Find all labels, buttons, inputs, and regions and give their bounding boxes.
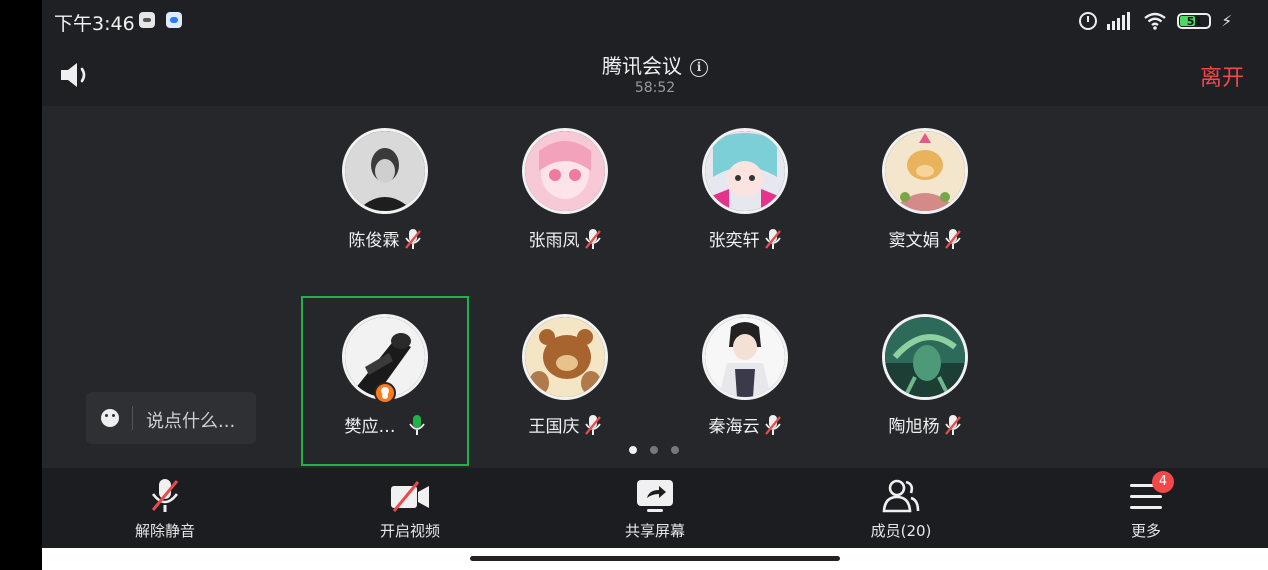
- meeting-duration: 58:52: [634, 80, 676, 96]
- video-button[interactable]: 开启视频: [350, 478, 470, 544]
- chat-placeholder: 说点什么...: [146, 411, 236, 432]
- participant-name: 王国庆: [528, 417, 580, 437]
- more-button[interactable]: 4 更多: [1086, 471, 1206, 544]
- participant-tile[interactable]: 陶旭杨: [841, 294, 1009, 464]
- unmute-label: 解除静音: [134, 522, 195, 540]
- participant-name-row: 秦海云: [661, 412, 829, 437]
- leave-button[interactable]: 离开: [1200, 60, 1244, 92]
- participant-name: 陈俊霖: [348, 231, 400, 251]
- participant-name-row: 王国庆: [481, 412, 649, 437]
- alarm-icon: [1079, 12, 1098, 30]
- mic-muted-icon: [764, 228, 781, 249]
- status-bar: 下午3:46 51 ⚡: [42, 0, 1268, 42]
- info-icon[interactable]: i: [690, 59, 708, 77]
- mic-muted-icon: [404, 228, 421, 249]
- members-button[interactable]: 成员(20): [841, 478, 961, 544]
- participant-name-row: 陶旭杨: [841, 412, 1009, 437]
- participant-tile[interactable]: 王国庆: [481, 294, 649, 464]
- participant-name-row: 张奕轩: [661, 226, 829, 251]
- participant-avatar: [882, 128, 968, 214]
- meeting-toolbar: 解除静音 开启视频 共享屏幕 成员(20) 4 更多: [42, 468, 1268, 548]
- participant-name: 张雨凤: [528, 231, 580, 251]
- participant-name: 陶旭杨: [888, 417, 940, 437]
- emoji-icon[interactable]: [101, 409, 119, 427]
- share-screen-icon: [637, 480, 673, 512]
- share-screen-label: 共享屏幕: [624, 522, 685, 540]
- mic-live-icon: [408, 414, 425, 435]
- members-label: 成员(20): [870, 522, 932, 540]
- participant-name: 窦文娟: [888, 231, 940, 251]
- charging-icon: ⚡: [1221, 12, 1232, 30]
- mic-muted-icon: [944, 414, 961, 435]
- chat-input[interactable]: 说点什么...: [86, 392, 256, 444]
- participant-tile-active[interactable]: 樊应…: [301, 296, 469, 466]
- participant-avatar: [522, 314, 608, 400]
- share-screen-button[interactable]: 共享屏幕: [595, 478, 715, 544]
- page-dot-active[interactable]: [629, 446, 637, 454]
- video-off-icon: [391, 481, 429, 512]
- meeting-title: 腾讯会议: [602, 54, 682, 78]
- battery-icon: 51: [1177, 13, 1212, 29]
- participant-tile[interactable]: 陈俊霖: [301, 108, 469, 278]
- participant-name-row: 樊应…: [303, 412, 467, 437]
- notification-badge: 4: [1152, 471, 1174, 493]
- participant-name-row: 张雨凤: [481, 226, 649, 251]
- participant-tile[interactable]: 窦文娟: [841, 108, 1009, 278]
- participant-name: 秦海云: [708, 417, 760, 437]
- navigation-bar: [42, 548, 1268, 570]
- unmute-button[interactable]: 解除静音: [105, 478, 225, 544]
- wifi-icon: [1144, 12, 1167, 30]
- page-dot[interactable]: [671, 446, 679, 454]
- participant-name: 张奕轩: [708, 231, 760, 251]
- page-dot[interactable]: [650, 446, 658, 454]
- participant-avatar: [342, 128, 428, 214]
- participant-name: 樊应…: [344, 417, 396, 437]
- participant-avatar: [882, 314, 968, 400]
- mic-muted-icon: [944, 228, 961, 249]
- participant-name-row: 陈俊霖: [301, 226, 469, 251]
- app-notification-icon: [139, 12, 155, 28]
- status-time: 下午3:46: [54, 13, 135, 35]
- members-icon: [882, 479, 920, 513]
- meeting-header: 腾讯会议 i 58:52 离开: [42, 42, 1268, 106]
- mic-muted-icon: [764, 414, 781, 435]
- participant-tile[interactable]: 张雨凤: [481, 108, 649, 278]
- status-icons: 51 ⚡: [1079, 10, 1232, 32]
- mic-muted-icon: [584, 228, 601, 249]
- page-indicator[interactable]: [629, 446, 679, 454]
- participant-avatar: [702, 128, 788, 214]
- participant-name-row: 窦文娟: [841, 226, 1009, 251]
- host-badge-icon: [374, 382, 396, 404]
- mic-muted-icon: [151, 479, 179, 512]
- video-label: 开启视频: [379, 522, 440, 540]
- participant-avatar: [522, 128, 608, 214]
- meeting-title-group[interactable]: 腾讯会议 i: [42, 50, 1268, 79]
- chat-divider: [132, 406, 133, 430]
- signal-icon: [1107, 12, 1133, 30]
- meeting-screen: 下午3:46 51 ⚡ 腾讯会议 i 58:52 离开 陈俊霖 张雨凤 张奕轩 …: [42, 0, 1268, 570]
- participant-avatar: [702, 314, 788, 400]
- home-indicator[interactable]: [470, 556, 840, 561]
- participant-tile[interactable]: 秦海云: [661, 294, 829, 464]
- more-label: 更多: [1130, 522, 1161, 540]
- participant-tile[interactable]: 张奕轩: [661, 108, 829, 278]
- battery-level: 51: [1186, 14, 1203, 28]
- chat-notification-icon: [166, 12, 182, 28]
- mic-muted-icon: [584, 414, 601, 435]
